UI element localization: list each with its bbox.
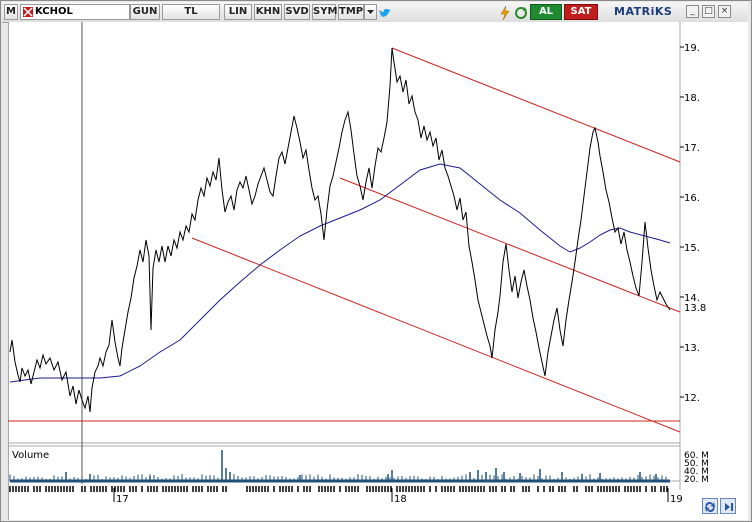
volume-tick-20m: 20. M	[684, 475, 709, 485]
price-tick-13: 13.	[684, 343, 700, 354]
price-tick-15: 15.	[684, 243, 700, 254]
time-label-17: 17	[116, 494, 129, 505]
time-label-18: 18	[394, 494, 407, 505]
moving-average-line	[9, 163, 671, 383]
scroll-end-icon[interactable]	[720, 498, 736, 514]
price-tick-19: 19.	[684, 43, 700, 54]
channel-middle-line	[339, 177, 681, 313]
price-axis: 19. 18. 17. 16. 15. 14. 13. 12. 13.8	[680, 43, 706, 404]
price-line	[9, 47, 671, 413]
price-chart-svg[interactable]: Volume 19. 18. 17. 16. 15. 14. 13. 12. 1…	[0, 0, 752, 522]
price-tick-12: 12.	[684, 393, 700, 404]
time-label-19: 19	[670, 494, 683, 505]
volume-axis: 60. M 50. M 40. M 20. M	[684, 451, 709, 485]
sync-icon[interactable]	[702, 498, 718, 514]
channel-lower-line	[191, 237, 681, 433]
last-price-label: 13.8	[684, 303, 706, 314]
channel-upper-line	[391, 47, 681, 163]
volume-title: Volume	[12, 450, 49, 461]
price-tick-18: 18.	[684, 93, 700, 104]
price-tick-16: 16.	[684, 193, 700, 204]
price-tick-17: 17.	[684, 143, 700, 154]
time-axis-ticks	[9, 486, 668, 492]
